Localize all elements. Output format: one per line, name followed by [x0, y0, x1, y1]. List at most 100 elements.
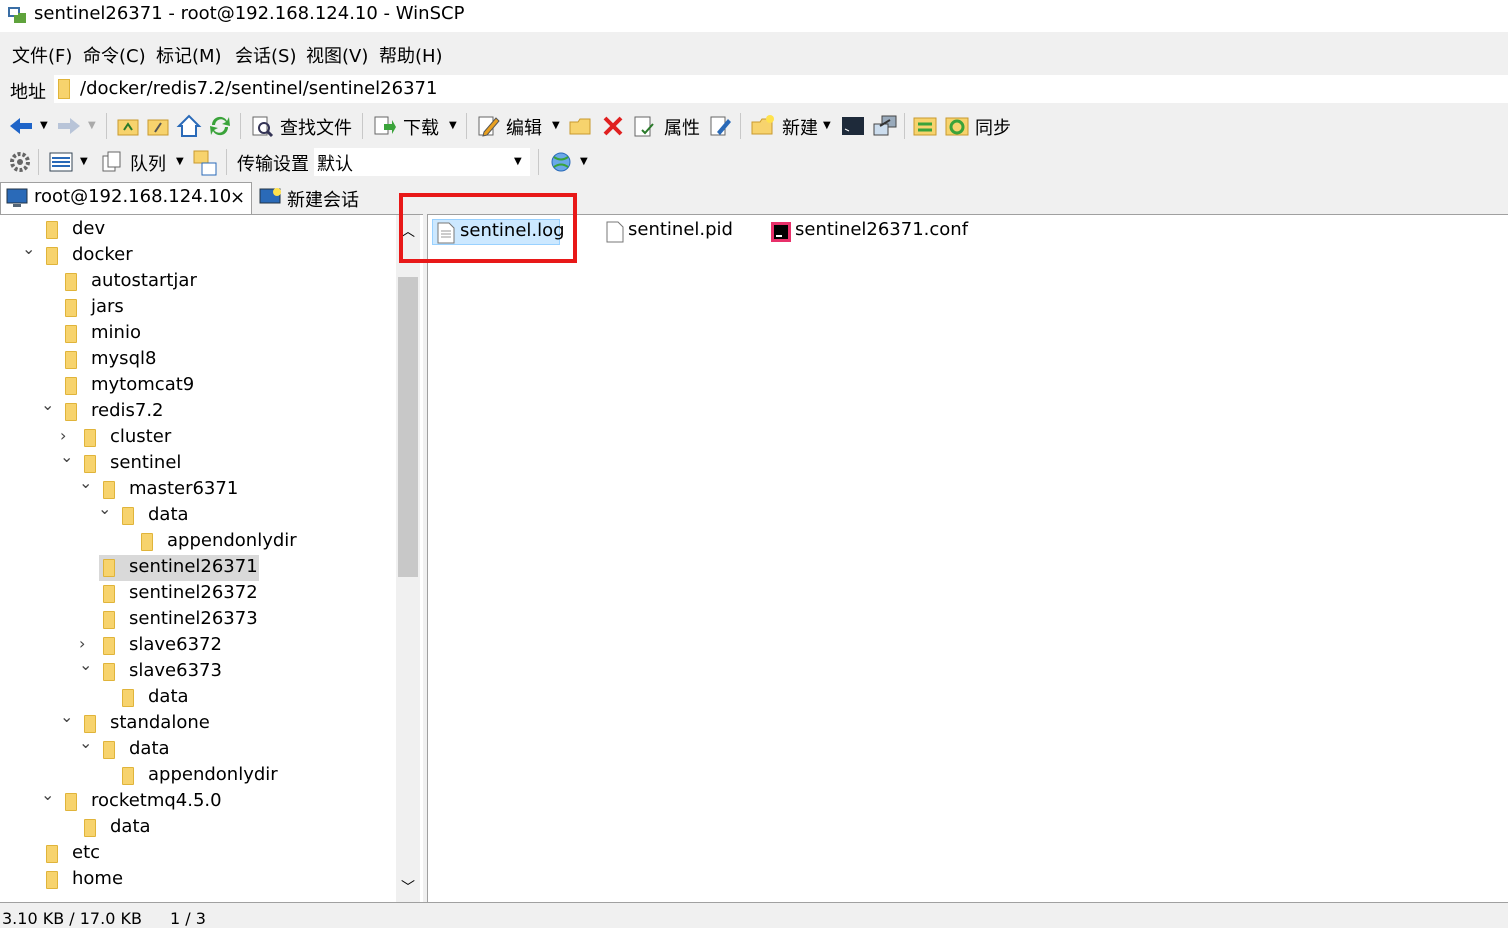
tree-item[interactable]: mytomcat9: [0, 373, 395, 399]
tree-item-label: cluster: [110, 426, 172, 447]
address-field[interactable]: /docker/redis7.2/sentinel/sentinel26371: [54, 75, 1508, 103]
tree-item[interactable]: ⌄ standalone: [0, 707, 395, 737]
delete-icon[interactable]: [601, 114, 625, 138]
properties-icon[interactable]: [632, 114, 656, 138]
queue-icon[interactable]: [100, 150, 124, 174]
gear-icon[interactable]: [8, 150, 32, 174]
edit-button[interactable]: 编辑: [506, 114, 542, 140]
menu-commands[interactable]: 命令(C): [83, 42, 146, 68]
tree-item[interactable]: etc: [0, 841, 395, 867]
new-button[interactable]: 新建: [782, 114, 818, 140]
tree-item[interactable]: dev: [0, 217, 395, 243]
chevron-down-icon[interactable]: ⌄: [60, 707, 73, 726]
tree-item[interactable]: ⌄ slave6373: [0, 655, 395, 685]
tab-new-session[interactable]: 新建会话: [254, 182, 366, 214]
root-folder-icon[interactable]: [146, 114, 170, 138]
compare-directories-icon[interactable]: [912, 114, 938, 138]
tree-item[interactable]: autostartjar: [0, 269, 395, 295]
tab-close-icon[interactable]: ×: [230, 187, 245, 208]
refresh-icon[interactable]: [207, 113, 233, 139]
synchronize-button[interactable]: 同步: [975, 114, 1011, 140]
find-files-icon[interactable]: [250, 114, 274, 138]
synchronize-icon[interactable]: [944, 114, 970, 138]
tree-item[interactable]: › slave6372: [0, 633, 395, 659]
chevron-down-icon[interactable]: ⌄: [22, 239, 35, 258]
tree-item[interactable]: ⌄ master6371: [0, 473, 395, 503]
tree-item[interactable]: ⌄ data: [0, 733, 395, 763]
queue-dropdown-icon[interactable]: ▼: [176, 156, 184, 167]
view-mode-icon[interactable]: [48, 151, 74, 173]
new-dropdown-icon[interactable]: ▼: [823, 120, 831, 131]
view-mode-dropdown-icon[interactable]: ▼: [80, 156, 88, 167]
menu-session[interactable]: 会话(S): [235, 42, 296, 68]
chevron-down-icon[interactable]: ⌄: [79, 473, 92, 492]
forward-arrow-icon[interactable]: [56, 115, 82, 137]
terminal-icon[interactable]: [840, 114, 866, 138]
tree-item[interactable]: data: [0, 815, 395, 841]
tree-scrollbar-thumb[interactable]: [398, 277, 418, 577]
chevron-right-icon[interactable]: ›: [79, 634, 85, 653]
tree-item[interactable]: ⌄ sentinel: [0, 447, 395, 477]
edit-icon[interactable]: [476, 114, 500, 138]
tree-item[interactable]: sentinel26371: [0, 555, 395, 581]
back-dropdown-icon[interactable]: ▼: [40, 120, 48, 131]
title-bar: sentinel26371 - root@192.168.124.10 - Wi…: [0, 0, 1508, 32]
tree-item[interactable]: jars: [0, 295, 395, 321]
menu-view[interactable]: 视图(V): [306, 42, 368, 68]
find-files-button[interactable]: 查找文件: [280, 114, 352, 140]
transfer-settings-dropdown-icon[interactable]: ▼: [514, 156, 522, 167]
tree-item[interactable]: appendonlydir: [0, 529, 395, 555]
file-item-sentinel-pid[interactable]: sentinel.pid: [602, 219, 742, 245]
network-dropdown-icon[interactable]: ▼: [580, 156, 588, 167]
file-list[interactable]: sentinel.log sentinel.pid sentinel26371.…: [427, 214, 1508, 902]
download-dropdown-icon[interactable]: ▼: [449, 120, 457, 131]
transfer-settings-icon[interactable]: [192, 149, 220, 177]
putty-icon[interactable]: [872, 114, 898, 138]
chevron-down-icon[interactable]: ⌄: [79, 733, 92, 752]
tree-item[interactable]: ⌄ data: [0, 499, 395, 529]
forward-dropdown-icon[interactable]: ▼: [88, 120, 96, 131]
tree-item[interactable]: appendonlydir: [0, 763, 395, 789]
tree-scrollbar[interactable]: ︿ ﹀: [396, 215, 420, 902]
tree-item[interactable]: mysql8: [0, 347, 395, 373]
chevron-right-icon[interactable]: ›: [60, 426, 66, 445]
chevron-down-icon[interactable]: ⌄: [41, 785, 54, 804]
back-arrow-icon[interactable]: [8, 115, 34, 137]
menu-bar: 文件(F) 命令(C) 标记(M) 会话(S) 视图(V) 帮助(H): [0, 36, 1508, 72]
queue-button[interactable]: 队列: [130, 150, 166, 176]
menu-help[interactable]: 帮助(H): [379, 42, 443, 68]
file-item-sentinel26371-conf[interactable]: sentinel26371.conf: [768, 219, 978, 245]
download-icon[interactable]: [372, 114, 396, 138]
chevron-down-icon[interactable]: ⌄: [41, 395, 54, 414]
tree-item-label: jars: [91, 296, 124, 317]
folder-icon: [46, 871, 58, 889]
tree-item[interactable]: ⌄ rocketmq4.5.0: [0, 785, 395, 815]
chevron-down-icon[interactable]: ⌄: [79, 655, 92, 674]
tree-item[interactable]: sentinel26372: [0, 581, 395, 607]
transfer-settings-select[interactable]: 默认 ▼: [314, 148, 530, 176]
scroll-down-icon[interactable]: ﹀: [401, 877, 415, 897]
tree-item[interactable]: sentinel26373: [0, 607, 395, 633]
chevron-down-icon[interactable]: ⌄: [60, 447, 73, 466]
tree-item[interactable]: minio: [0, 321, 395, 347]
properties-button[interactable]: 属性: [664, 114, 700, 140]
folder-icon: [103, 741, 115, 759]
new-folder-icon[interactable]: [750, 114, 776, 138]
directory-tree[interactable]: dev ⌄ docker autostartjar jars minio mysql8 myt…: [0, 214, 423, 902]
chevron-down-icon[interactable]: ⌄: [98, 499, 111, 518]
tab-session[interactable]: root@192.168.124.10 ×: [0, 182, 252, 214]
tree-item[interactable]: home: [0, 867, 395, 893]
menu-file[interactable]: 文件(F): [12, 42, 72, 68]
network-globe-icon[interactable]: [548, 150, 574, 174]
folder-icon: [65, 325, 77, 343]
download-button[interactable]: 下载: [403, 114, 439, 140]
edit-dropdown-icon[interactable]: ▼: [552, 120, 560, 131]
open-folder-icon[interactable]: [568, 114, 594, 138]
parent-folder-icon[interactable]: [116, 114, 140, 138]
tree-item-label: data: [148, 504, 189, 525]
home-icon[interactable]: [176, 113, 202, 139]
menu-mark[interactable]: 标记(M): [156, 42, 222, 68]
rename-icon[interactable]: [708, 114, 732, 138]
tree-item[interactable]: ⌄ docker: [0, 239, 395, 269]
tree-item[interactable]: ⌄ redis7.2: [0, 395, 395, 425]
